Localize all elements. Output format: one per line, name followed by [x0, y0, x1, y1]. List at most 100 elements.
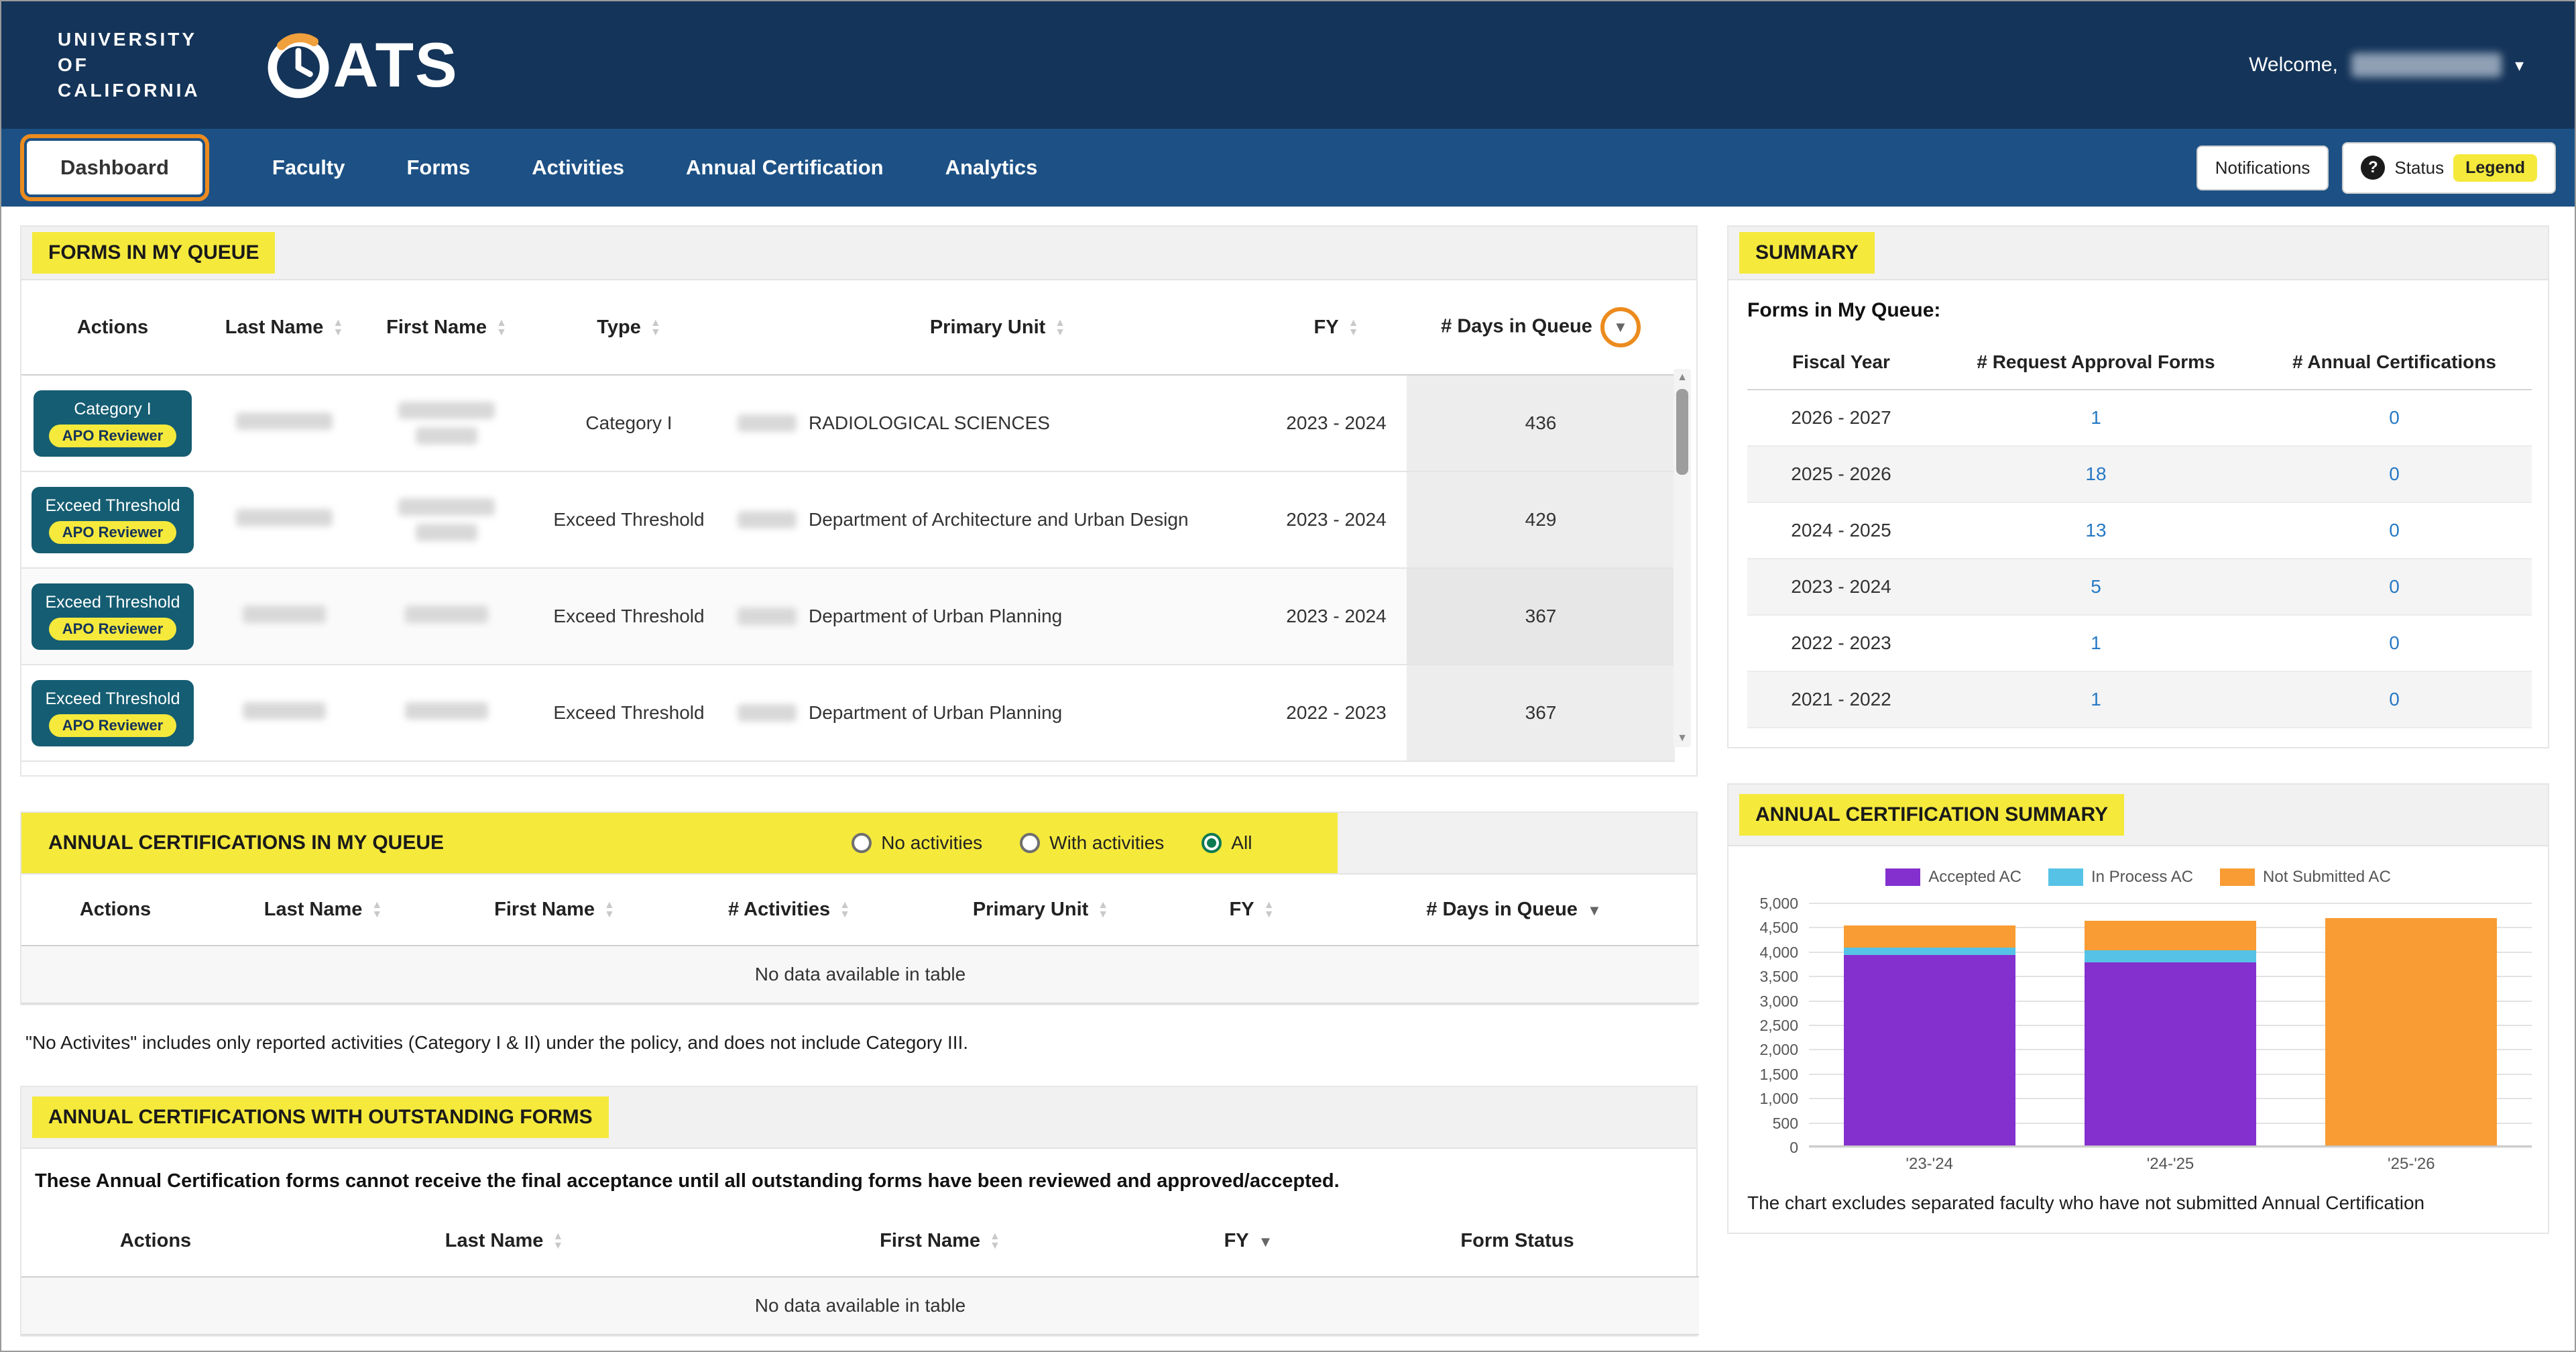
scrollbar-thumb[interactable] — [1676, 389, 1688, 475]
stacked-bar — [1844, 925, 2015, 1145]
sort-annotation-circle: ▼ — [1600, 307, 1641, 347]
main-nav: Dashboard Faculty Forms Activities Annua… — [1, 129, 2575, 207]
dashboard-annotation-box: Dashboard — [20, 134, 209, 201]
redacted-unit-code — [738, 608, 797, 625]
scroll-up-icon[interactable]: ▲ — [1677, 369, 1688, 386]
sort-icon[interactable]: ▲▼ — [371, 901, 382, 919]
col-first-name: First Name▲▼ — [365, 280, 528, 375]
user-menu-caret-icon[interactable]: ▾ — [2515, 55, 2524, 76]
request-forms-cell: 5 — [1935, 559, 2257, 615]
col-actions-label: Actions — [120, 1230, 191, 1251]
tab-annual-certification[interactable]: Annual Certification — [655, 156, 915, 180]
form-action-button[interactable]: Category I APO Reviewer — [34, 390, 192, 457]
empty-message: No data available in table — [21, 1277, 1699, 1335]
ac-queue-title: ANNUAL CERTIFICATIONS IN MY QUEUE — [48, 832, 444, 854]
bar-segment — [1844, 925, 2015, 948]
sort-icon[interactable]: ▲▼ — [650, 319, 661, 337]
col-primary-unit-label: Primary Unit — [973, 899, 1088, 920]
notifications-button[interactable]: Notifications — [2197, 146, 2329, 190]
table-row: 2021 - 2022 1 0 — [1747, 671, 2532, 728]
sort-desc-icon[interactable]: ▼ — [1613, 319, 1628, 336]
ac-summary-title: ANNUAL CERTIFICATION SUMMARY — [1739, 794, 2124, 836]
actions-cell: Exceed Threshold APO Reviewer — [21, 665, 204, 761]
fy-cell: 2023 - 2024 — [1266, 375, 1407, 471]
university-line-2: OF — [58, 52, 200, 78]
radio-no-activities[interactable]: No activities — [852, 832, 982, 854]
sort-icon[interactable]: ▲▼ — [1098, 901, 1108, 919]
sort-icon[interactable]: ▲▼ — [604, 901, 615, 919]
request-forms-cell: 1 — [1935, 615, 2257, 671]
status-legend-button[interactable]: ? Status Legend — [2342, 142, 2556, 194]
ac-outstanding-table: Actions Last Name▲▼ First Name▲▼ FY▼ For… — [21, 1206, 1699, 1335]
col-activities-label: # Activities — [728, 899, 830, 920]
bar-segment — [1844, 955, 2015, 1145]
primary-unit-cell: RADIOLOGICAL SCIENCES — [729, 375, 1266, 471]
primary-unit-cell: Department of Architecture and Urban Des… — [729, 471, 1266, 568]
annual-certs-link[interactable]: 0 — [2389, 576, 2400, 597]
ac-chart-xlabels: '23-'24'24-'25'25-'26 — [1809, 1147, 2532, 1174]
welcome-area: Welcome, ▾ — [2249, 53, 2524, 77]
request-forms-link[interactable]: 1 — [2091, 407, 2101, 428]
request-forms-link[interactable]: 5 — [2091, 576, 2101, 597]
university-logo: UNIVERSITY OF CALIFORNIA — [58, 27, 200, 103]
annual-certs-link[interactable]: 0 — [2389, 463, 2400, 484]
annual-certs-link[interactable]: 0 — [2389, 632, 2400, 653]
bar-segment — [2085, 950, 2256, 962]
status-label: Status — [2394, 158, 2444, 178]
y-axis-tick-label: 3,000 — [1759, 993, 1798, 1011]
ac-outstanding-header-bar: ANNUAL CERTIFICATIONS WITH OUTSTANDING F… — [21, 1087, 1696, 1149]
request-forms-link[interactable]: 1 — [2091, 632, 2101, 653]
request-forms-cell: 1 — [1935, 390, 2257, 446]
ac-outstanding-title: ANNUAL CERTIFICATIONS WITH OUTSTANDING F… — [32, 1096, 609, 1138]
radio-label: No activities — [881, 832, 982, 854]
sort-icon[interactable]: ▲▼ — [1264, 901, 1275, 919]
tab-activities[interactable]: Activities — [501, 156, 655, 180]
annual-certs-cell: 0 — [2257, 559, 2532, 615]
col-primary-unit-label: Primary Unit — [930, 317, 1045, 338]
y-axis-tick-label: 3,500 — [1759, 968, 1798, 986]
annual-certs-link[interactable]: 0 — [2389, 689, 2400, 710]
ac-in-my-queue-section: ANNUAL CERTIFICATIONS IN MY QUEUE No act… — [20, 811, 1698, 1005]
tab-dashboard[interactable]: Dashboard — [27, 141, 202, 194]
tab-analytics[interactable]: Analytics — [915, 156, 1069, 180]
form-action-button[interactable]: Exceed Threshold APO Reviewer — [32, 680, 193, 746]
redacted-last-name — [236, 509, 333, 526]
forms-queue-table-wrap: Actions Last Name▲▼ First Name▲▼ Type▲▼ … — [21, 280, 1696, 775]
form-action-button[interactable]: Exceed Threshold APO Reviewer — [32, 487, 193, 553]
sort-desc-icon[interactable]: ▼ — [1587, 902, 1602, 919]
sort-desc-icon[interactable]: ▼ — [1258, 1233, 1273, 1250]
annual-certs-cell: 0 — [2257, 671, 2532, 728]
y-axis-tick-label: 5,000 — [1759, 895, 1798, 913]
sort-icon[interactable]: ▲▼ — [552, 1232, 563, 1251]
fy-cell: 2023 - 2024 — [1266, 568, 1407, 665]
request-forms-cell: 13 — [1935, 502, 2257, 559]
annual-certs-link[interactable]: 0 — [2389, 407, 2400, 428]
col-actions: Actions — [21, 1206, 290, 1277]
y-axis-tick-label: 2,000 — [1759, 1041, 1798, 1059]
request-forms-link[interactable]: 18 — [2085, 463, 2106, 484]
sort-icon[interactable]: ▲▼ — [839, 901, 850, 919]
radio-label: All — [1231, 832, 1252, 854]
radio-label: With activities — [1049, 832, 1164, 854]
unit-name: Department of Urban Planning — [809, 702, 1062, 724]
last-name-cell — [204, 665, 365, 761]
app-header: UNIVERSITY OF CALIFORNIA ATS Welcome, ▾ — [1, 1, 2575, 129]
col-form-status-label: Form Status — [1460, 1230, 1574, 1251]
sort-icon[interactable]: ▲▼ — [990, 1232, 1000, 1251]
radio-all[interactable]: All — [1202, 832, 1252, 854]
sort-icon[interactable]: ▲▼ — [1055, 319, 1065, 337]
tab-forms[interactable]: Forms — [375, 156, 501, 180]
clock-icon — [259, 26, 337, 104]
tab-faculty[interactable]: Faculty — [241, 156, 376, 180]
sort-icon[interactable]: ▲▼ — [333, 319, 343, 337]
request-forms-link[interactable]: 1 — [2091, 689, 2101, 710]
request-forms-link[interactable]: 13 — [2085, 520, 2106, 541]
radio-with-activities[interactable]: With activities — [1020, 832, 1164, 854]
sort-icon[interactable]: ▲▼ — [1348, 319, 1359, 337]
scroll-down-icon[interactable]: ▼ — [1677, 730, 1688, 747]
annual-certs-link[interactable]: 0 — [2389, 520, 2400, 541]
col-fy: FY▼ — [1161, 1206, 1336, 1277]
sort-icon[interactable]: ▲▼ — [496, 319, 507, 337]
form-action-button[interactable]: Exceed Threshold APO Reviewer — [32, 583, 193, 650]
vertical-scrollbar[interactable]: ▲ ▼ — [1674, 369, 1691, 747]
